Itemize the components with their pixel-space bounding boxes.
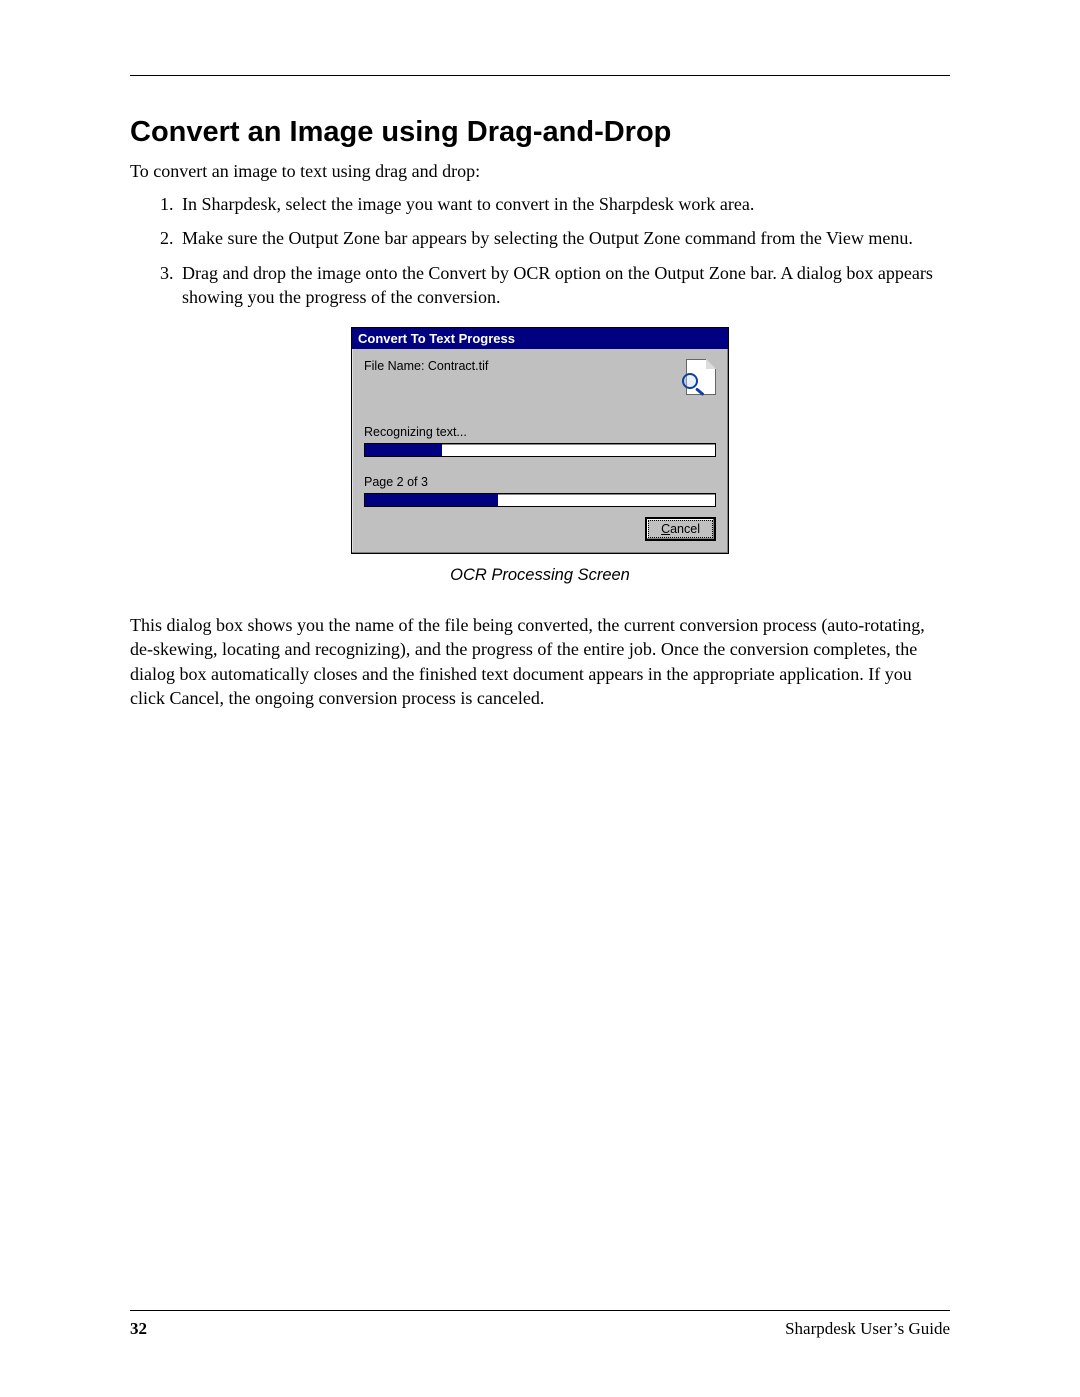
cancel-rest: ancel: [670, 522, 700, 536]
intro-text: To convert an image to text using drag a…: [130, 161, 950, 182]
page-heading: Convert an Image using Drag-and-Drop: [130, 116, 950, 149]
recognizing-progress: [364, 443, 716, 457]
step-text: Drag and drop the image onto the Convert…: [182, 263, 933, 307]
page-progress: [364, 493, 716, 507]
step-item: 3.Drag and drop the image onto the Conve…: [160, 261, 950, 310]
body-paragraph: This dialog box shows you the name of th…: [130, 613, 950, 710]
page-number: 32: [130, 1319, 147, 1339]
step-item: 1.In Sharpdesk, select the image you wan…: [160, 192, 950, 216]
cancel-button[interactable]: Cancel: [645, 517, 716, 541]
page-footer: 32 Sharpdesk User’s Guide: [130, 1310, 950, 1339]
step-text: Make sure the Output Zone bar appears by…: [182, 228, 913, 248]
filename-label: File Name: Contract.tif: [364, 359, 488, 373]
steps-list: 1.In Sharpdesk, select the image you wan…: [130, 192, 950, 309]
guide-title: Sharpdesk User’s Guide: [785, 1319, 950, 1339]
page-progress-fill: [365, 494, 498, 506]
convert-progress-dialog: Convert To Text Progress File Name: Cont…: [351, 327, 729, 554]
top-rule: [130, 75, 950, 76]
document-magnifier-icon: [680, 359, 716, 397]
figure-caption: OCR Processing Screen: [130, 566, 950, 585]
cancel-underline: C: [661, 522, 670, 536]
page-progress-label: Page 2 of 3: [364, 475, 716, 489]
step-text: In Sharpdesk, select the image you want …: [182, 194, 754, 214]
dialog-titlebar: Convert To Text Progress: [352, 328, 728, 349]
recognizing-progress-fill: [365, 444, 442, 456]
recognizing-label: Recognizing text...: [364, 425, 716, 439]
step-item: 2.Make sure the Output Zone bar appears …: [160, 226, 950, 250]
